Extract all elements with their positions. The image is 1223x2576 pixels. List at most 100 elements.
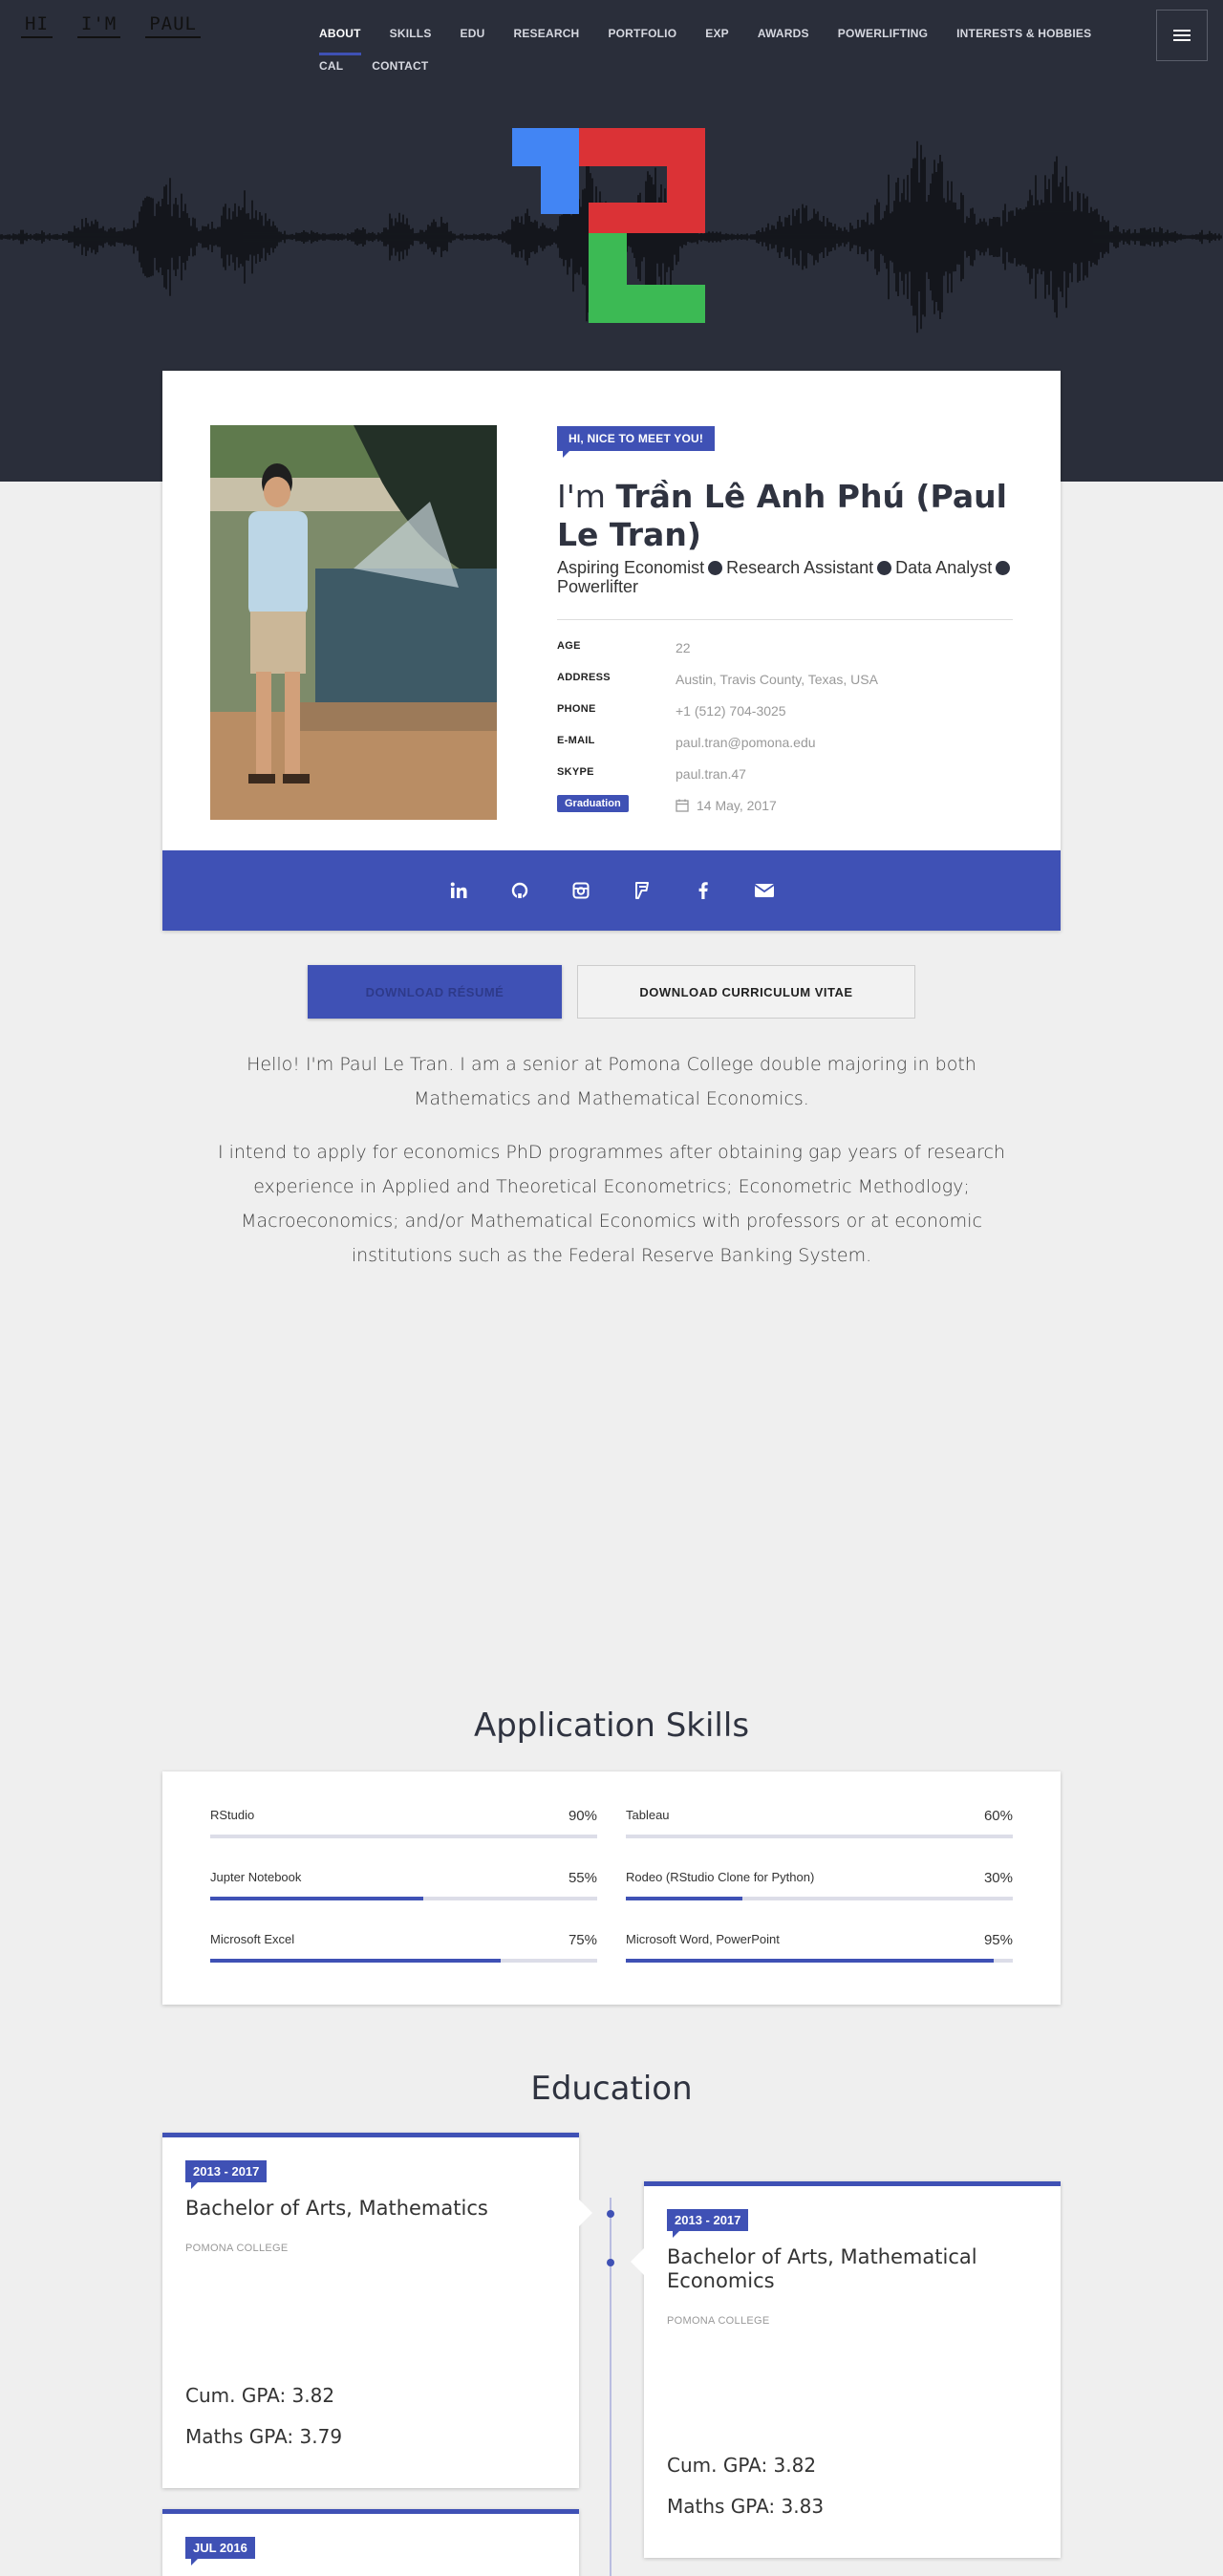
- skill-name: Jupter Notebook: [210, 1870, 302, 1884]
- education-card-2: 2013 - 2017 Bachelor of Arts, Mathematic…: [644, 2181, 1061, 2558]
- education-gpa-cumulative: Cum. GPA: 3.82: [667, 2454, 817, 2477]
- nav-item-portfolio[interactable]: PORTFOLIO: [608, 25, 676, 44]
- info-label: E-MAIL: [557, 735, 595, 746]
- info-value: +1 (512) 704-3025: [676, 703, 786, 719]
- skill-progress-bar: [210, 1835, 597, 1838]
- name-prefix: I'm: [557, 478, 616, 515]
- skill-progress-bar: [210, 1959, 597, 1963]
- skill-name: Rodeo (RStudio Clone for Python): [626, 1870, 815, 1884]
- nav-item-awards[interactable]: AWARDS: [758, 25, 809, 44]
- main-nav: ABOUT SKILLS EDU RESEARCH PORTFOLIO EXP AWARDS…: [319, 25, 1160, 101]
- education-degree: Bachelor of Arts, Mathematics: [185, 2197, 488, 2220]
- skill-name: Microsoft Excel: [210, 1932, 295, 1946]
- education-date-badge: 2013 - 2017: [667, 2209, 749, 2238]
- info-value: 22: [676, 640, 691, 655]
- skill-item: Microsoft Excel 75%: [210, 1932, 597, 1963]
- graduation-date: 14 May, 2017: [697, 798, 777, 813]
- skill-progress-bar: [210, 1897, 597, 1900]
- social-links-bar: [162, 850, 1061, 931]
- info-row-age: AGE 22: [557, 640, 1013, 672]
- education-card-1: 2013 - 2017 Bachelor of Arts, Mathematic…: [162, 2133, 579, 2488]
- skill-item: Jupter Notebook 55%: [210, 1870, 597, 1900]
- info-value: paul.tran.47: [676, 766, 746, 782]
- timeline-line: [610, 2198, 612, 2576]
- foursquare-icon[interactable]: [633, 881, 652, 900]
- skill-percent: 95%: [983, 1932, 1013, 1948]
- bio-paragraph-2: I intend to apply for economics PhD prog…: [217, 1142, 1006, 1266]
- profile-roles: Aspiring Economist Research Assistant Data…: [557, 558, 1025, 596]
- card-pointer: [579, 2200, 592, 2226]
- bio-section: Hello! I'm Paul Le Tran. I am a senior a…: [201, 1047, 1022, 1292]
- instagram-icon[interactable]: [571, 881, 590, 900]
- graduation-badge: Graduation: [557, 795, 629, 812]
- role-text: Aspiring Economist: [557, 558, 705, 577]
- skill-item: Microsoft Word, PowerPoint 95%: [626, 1932, 1013, 1963]
- divider: [557, 619, 1013, 620]
- info-value: paul.tran@pomona.edu: [676, 735, 816, 750]
- education-date-badge: JUL 2016: [185, 2537, 255, 2565]
- skill-name: Microsoft Word, PowerPoint: [626, 1932, 780, 1946]
- profile-name: I'm Trần Lê Anh Phú (Paul Le Tran): [557, 478, 1016, 554]
- info-row-address: ADDRESS Austin, Travis County, Texas, USA: [557, 672, 1013, 703]
- skills-card: RStudio 90% Tableau 60% Jupter Notebook 55% Ro…: [162, 1771, 1061, 2005]
- skill-progress-bar: [626, 1897, 1013, 1900]
- info-value-graduation: 14 May, 2017: [676, 798, 777, 813]
- skills-section-title: Application Skills: [473, 1707, 750, 1745]
- download-cv-button[interactable]: DOWNLOAD CURRICULUM VITAE: [577, 965, 915, 1019]
- education-school: POMONA COLLEGE: [185, 2243, 289, 2254]
- hamburger-menu-button[interactable]: [1156, 10, 1208, 61]
- nav-item-about[interactable]: ABOUT: [319, 25, 361, 55]
- info-label: PHONE: [557, 703, 596, 715]
- skill-progress-fill: [626, 1959, 994, 1963]
- skill-progress-fill: [626, 1897, 742, 1900]
- pl-monogram-logo: [512, 128, 705, 323]
- download-resume-button[interactable]: DOWNLOAD RÉSUMÉ: [308, 965, 562, 1019]
- skill-name: Tableau: [626, 1808, 670, 1822]
- info-label: SKYPE: [557, 766, 594, 778]
- calendar-icon: [676, 799, 689, 812]
- skill-percent: 30%: [983, 1870, 1013, 1886]
- logo-word-3: PAUL: [145, 13, 201, 38]
- nav-item-exp[interactable]: EXP: [705, 25, 729, 44]
- card-pointer: [631, 2248, 644, 2275]
- education-school: POMONA COLLEGE: [667, 2315, 770, 2327]
- hamburger-icon: [1173, 34, 1191, 36]
- nav-item-edu[interactable]: EDU: [461, 25, 485, 44]
- skill-progress-bar: [626, 1835, 1013, 1838]
- envelope-icon[interactable]: [755, 881, 774, 900]
- education-degree: Bachelor of Arts, Mathematical Economics: [667, 2245, 977, 2292]
- skill-percent: 75%: [568, 1932, 597, 1948]
- timeline-dot: [607, 2259, 614, 2266]
- skill-percent: 90%: [568, 1808, 597, 1824]
- site-logo[interactable]: HI I'M PAUL: [21, 13, 201, 38]
- nav-item-skills[interactable]: SKILLS: [390, 25, 432, 44]
- role-text: Research Assistant: [726, 558, 874, 577]
- nav-item-research[interactable]: RESEARCH: [513, 25, 579, 44]
- logo-word-2: I'M: [76, 13, 121, 38]
- skill-name: RStudio: [210, 1808, 255, 1822]
- education-section-title: Education: [530, 2070, 693, 2108]
- skill-progress-fill: [210, 1897, 423, 1900]
- profile-card: HI, NICE TO MEET YOU! I'm Trần Lê Anh Ph…: [162, 371, 1061, 931]
- education-gpa-cumulative: Cum. GPA: 3.82: [185, 2384, 335, 2407]
- bullet-icon: [996, 561, 1011, 575]
- skill-progress-fill: [626, 1835, 858, 1838]
- info-row-phone: PHONE +1 (512) 704-3025: [557, 703, 1013, 735]
- logo-word-1: HI: [21, 13, 53, 38]
- nav-item-cal[interactable]: CAL: [319, 57, 343, 76]
- skill-progress-fill: [210, 1835, 559, 1838]
- bullet-icon: [708, 561, 723, 575]
- bullet-icon: [877, 561, 892, 575]
- bio-paragraph-1: Hello! I'm Paul Le Tran. I am a senior a…: [247, 1054, 976, 1109]
- profile-info-list: AGE 22 ADDRESS Austin, Travis County, Texas…: [557, 640, 1013, 829]
- nav-item-powerlifting[interactable]: POWERLIFTING: [838, 25, 928, 44]
- education-card-3: JUL 2016: [162, 2509, 579, 2576]
- education-gpa-maths: Maths GPA: 3.79: [185, 2425, 343, 2448]
- timeline-dot: [607, 2210, 614, 2218]
- nav-item-contact[interactable]: CONTACT: [372, 57, 428, 76]
- role-text: Powerlifter: [557, 577, 639, 596]
- linkedin-icon[interactable]: [449, 881, 468, 900]
- github-icon[interactable]: [510, 881, 529, 900]
- facebook-icon[interactable]: [694, 881, 713, 900]
- nav-item-interests-hobbies[interactable]: INTERESTS & HOBBIES: [956, 25, 1091, 44]
